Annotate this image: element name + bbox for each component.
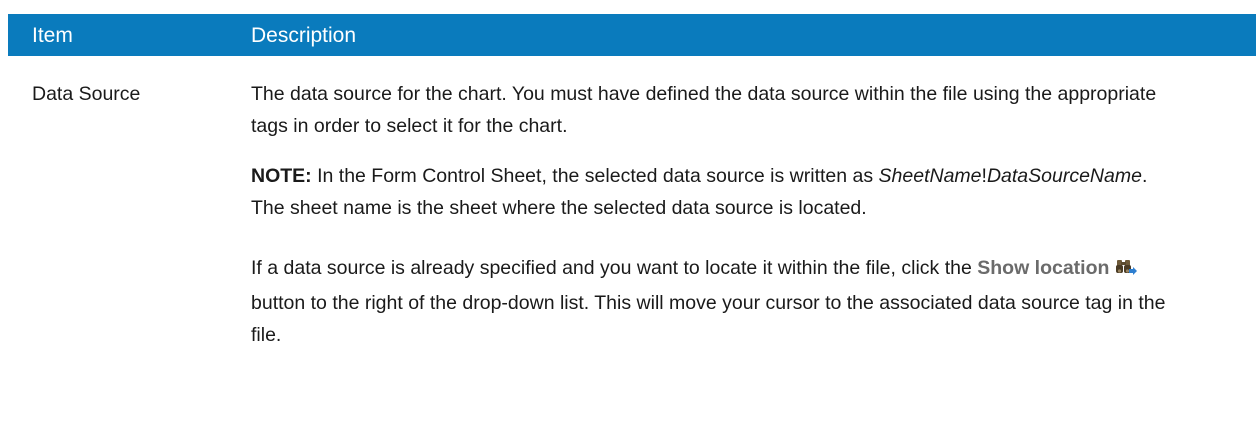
binoculars-icon xyxy=(1115,255,1138,287)
row-item-cell: Data Source xyxy=(32,83,141,105)
header-description: Description xyxy=(251,24,357,47)
data-source-name-text: DataSourceName xyxy=(986,165,1142,187)
note-paragraph: NOTE: In the Form Control Sheet, the sel… xyxy=(251,160,1171,224)
description-table: Item Description Data Source The data so… xyxy=(8,14,1256,427)
note-text-1: In the Form Control Sheet, the selected … xyxy=(311,165,879,187)
header-item: Item xyxy=(32,24,73,47)
note-label: NOTE: xyxy=(251,165,312,187)
para3-text-b: button to the right of the drop-down lis… xyxy=(251,292,1166,346)
description-paragraph: The data source for the chart. You must … xyxy=(251,83,1157,137)
row-description-cell: The data source for the chart. You must … xyxy=(251,78,1171,351)
sheet-name-text: SheetName xyxy=(878,165,982,187)
para3-text-a: If a data source is already specified an… xyxy=(251,257,978,279)
show-location-paragraph: If a data source is already specified an… xyxy=(251,252,1171,351)
show-location-label: Show location xyxy=(977,257,1110,279)
table-header-row: Item Description xyxy=(8,14,1256,56)
